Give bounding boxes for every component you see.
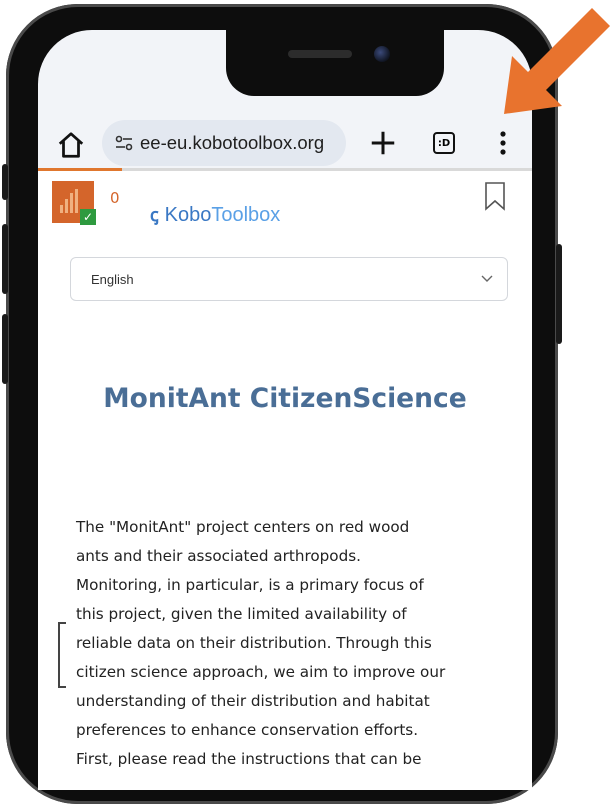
volume-up-button bbox=[2, 164, 8, 200]
intro-line: ants and their associated arthropods. bbox=[76, 547, 361, 565]
kobo-logo-icon: ꞔ bbox=[150, 205, 159, 225]
volume-down-button bbox=[2, 224, 8, 294]
browser-toolbar: ee-eu.kobotoolbox.org :D bbox=[38, 114, 532, 174]
logo-text-kobo: Kobo bbox=[164, 203, 212, 226]
intro-line: First, please read the instructions that… bbox=[76, 750, 422, 768]
more-vert-icon[interactable] bbox=[496, 128, 510, 158]
intro-line: preferences to enhance conservation effo… bbox=[76, 721, 419, 739]
intro-line: understanding of their distribution and … bbox=[76, 692, 430, 710]
orange-arrow-icon bbox=[504, 8, 610, 114]
bracket-marker bbox=[58, 622, 66, 688]
intro-line: The "MonitAnt" project centers on red wo… bbox=[76, 518, 410, 536]
language-selected: English bbox=[91, 271, 134, 287]
intro-line: this project, given the limited availabi… bbox=[76, 605, 407, 623]
kobotoolbox-logo: ꞔ KoboToolbox bbox=[150, 203, 280, 227]
form-intro: The "MonitAnt" project centers on red wo… bbox=[76, 513, 526, 774]
form-title: MonitAnt CitizenScience bbox=[103, 383, 467, 414]
logo-text-toolbox: Toolbox bbox=[211, 203, 281, 226]
phone-frame: ee-eu.kobotoolbox.org :D ✓ 0 ꞔ KoboToolb… bbox=[2, 4, 562, 804]
chart-badge-icon[interactable]: ✓ bbox=[52, 181, 96, 225]
power-button bbox=[556, 244, 562, 344]
tune-icon[interactable] bbox=[114, 133, 134, 153]
tabs-count: :D bbox=[437, 137, 451, 149]
tabs-icon[interactable]: :D bbox=[433, 132, 455, 154]
notch bbox=[226, 30, 444, 96]
url-text: ee-eu.kobotoolbox.org bbox=[140, 132, 325, 153]
intro-line: reliable data on their distribution. Thr… bbox=[76, 634, 432, 652]
side-key bbox=[2, 314, 8, 384]
language-select[interactable]: English bbox=[70, 257, 508, 301]
screen: ee-eu.kobotoolbox.org :D ✓ 0 ꞔ KoboToolb… bbox=[38, 30, 532, 790]
check-icon: ✓ bbox=[80, 209, 96, 225]
intro-line: citizen science approach, we aim to impr… bbox=[76, 663, 446, 681]
plus-icon[interactable] bbox=[368, 128, 398, 158]
chevron-down-icon bbox=[481, 275, 493, 282]
submission-count: 0 bbox=[110, 189, 120, 207]
bookmark-icon[interactable] bbox=[484, 181, 506, 211]
web-page: ✓ 0 ꞔ KoboToolbox English MonitAnt Citiz… bbox=[38, 171, 532, 790]
front-camera bbox=[374, 46, 390, 62]
speaker-grill bbox=[288, 50, 352, 58]
address-bar[interactable]: ee-eu.kobotoolbox.org bbox=[102, 120, 346, 166]
intro-line: Monitoring, in particular, is a primary … bbox=[76, 576, 424, 594]
home-icon[interactable] bbox=[56, 130, 86, 160]
